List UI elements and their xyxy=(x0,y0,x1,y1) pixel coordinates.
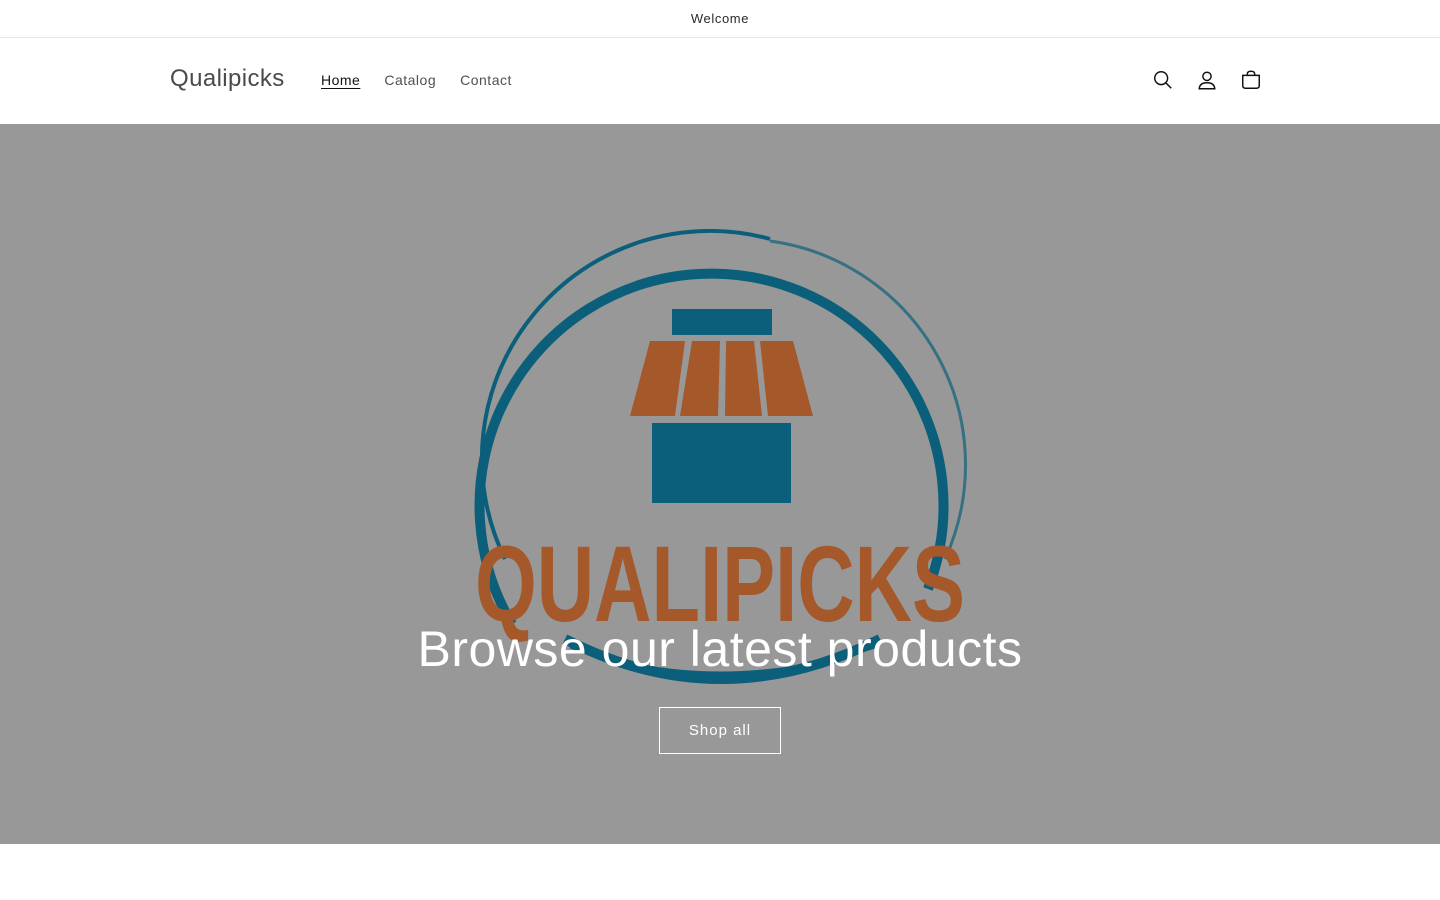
account-icon xyxy=(1198,71,1216,90)
announcement-text: Welcome xyxy=(690,11,750,26)
hero-heading: Browse our latest products xyxy=(417,621,1023,677)
brand-logo-link[interactable]: Qualipicks xyxy=(170,65,285,93)
header-icons xyxy=(1141,58,1273,102)
nav-catalog[interactable]: Catalog xyxy=(384,72,436,88)
search-icon xyxy=(1154,71,1172,89)
main-nav: Home Catalog Contact xyxy=(321,72,536,88)
hero-banner: QUALIPICKS Browse our latest products Sh… xyxy=(0,124,1440,844)
cart-icon xyxy=(1242,70,1260,89)
nav-home[interactable]: Home xyxy=(321,72,360,88)
account-button[interactable] xyxy=(1185,58,1229,102)
cart-button[interactable] xyxy=(1229,58,1273,102)
nav-contact[interactable]: Contact xyxy=(460,72,512,88)
shop-all-button[interactable]: Shop all xyxy=(659,707,781,754)
page-content-area xyxy=(0,844,1440,900)
announcement-bar: Welcome xyxy=(0,0,1440,38)
search-button[interactable] xyxy=(1141,58,1185,102)
site-header: Qualipicks Home Catalog Contact xyxy=(0,39,1440,124)
